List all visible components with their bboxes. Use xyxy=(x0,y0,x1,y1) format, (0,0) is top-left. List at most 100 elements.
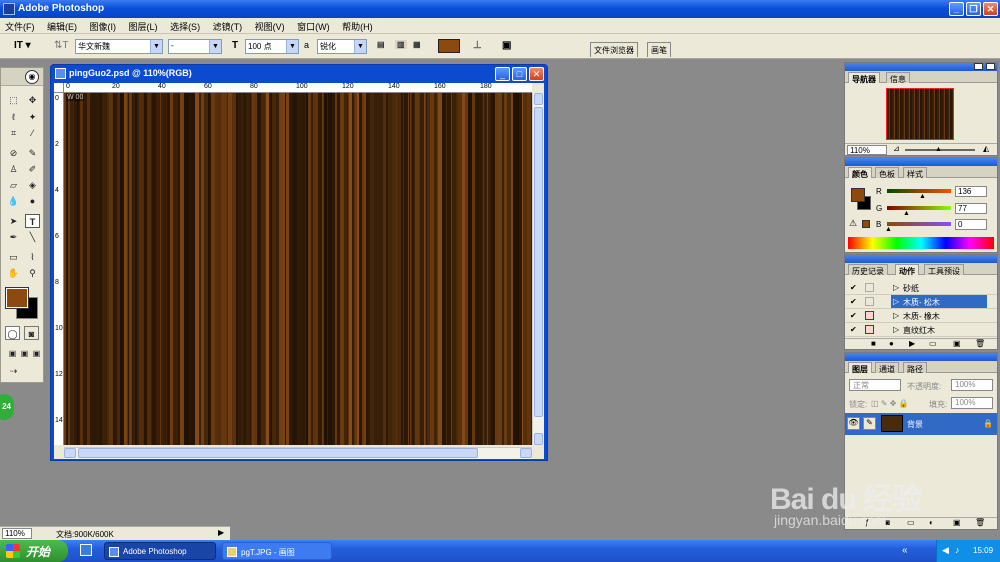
blue-slider-handle[interactable]: ▲ xyxy=(885,226,892,233)
menu-help[interactable]: 帮助(H) xyxy=(337,18,378,33)
dodge-tool-icon[interactable]: ● xyxy=(25,194,40,208)
brush-tool-icon[interactable]: ✎ xyxy=(25,146,40,160)
line-tool-icon[interactable]: ╲ xyxy=(25,230,40,244)
scroll-right-button[interactable] xyxy=(520,448,532,458)
tab-brushes[interactable]: 画笔 xyxy=(647,42,671,57)
menu-select[interactable]: 选择(S) xyxy=(165,18,205,33)
move-tool-icon[interactable]: ✥ xyxy=(25,93,40,107)
clock[interactable]: 15:09 xyxy=(973,546,993,555)
tab-file-browser[interactable]: 文件浏览器 xyxy=(590,42,638,57)
action-row[interactable]: ✔ ▷ 木质- 橡木 xyxy=(845,309,997,323)
tab-swatches[interactable]: 色板 xyxy=(875,167,899,179)
font-size-select[interactable]: 100 点 ▼ xyxy=(245,39,299,54)
lasso-tool-icon[interactable]: ℓ xyxy=(6,110,21,124)
tab-tool-presets[interactable]: 工具预设 xyxy=(924,264,964,276)
tab-color[interactable]: 颜色 xyxy=(848,167,872,179)
status-menu-arrow-icon[interactable]: ▶ xyxy=(218,528,224,537)
zoom-in-icon[interactable]: ◭ xyxy=(983,144,989,153)
action-row[interactable]: ✔ ▷ 木质- 松木 xyxy=(845,295,997,309)
hand-tool-icon[interactable]: ✋ xyxy=(6,266,21,280)
red-slider-handle[interactable]: ▲ xyxy=(919,193,926,200)
stop-icon[interactable]: ■ xyxy=(871,339,876,348)
tab-layers[interactable]: 图层 xyxy=(848,362,872,374)
zoom-slider-handle[interactable]: ▲ xyxy=(935,146,942,153)
color-spectrum-bar[interactable] xyxy=(848,237,994,249)
checkmark-icon[interactable]: ✔ xyxy=(850,283,857,292)
crop-tool-icon[interactable]: ⌗ xyxy=(6,126,21,140)
align-center-icon[interactable]: ▥ xyxy=(395,40,407,49)
navigator-zoom-field[interactable]: 110% xyxy=(847,145,887,155)
palettes-toggle-icon[interactable]: ▣ xyxy=(502,40,511,51)
menu-window[interactable]: 窗口(W) xyxy=(292,18,335,33)
dialog-toggle-icon[interactable] xyxy=(865,283,874,292)
record-icon[interactable]: ● xyxy=(889,339,894,348)
volume-icon[interactable]: ♪ xyxy=(955,545,960,555)
tab-info[interactable]: 信息 xyxy=(886,72,910,84)
align-right-icon[interactable]: ▦ xyxy=(413,40,421,49)
font-family-select[interactable]: 华文新魏 ▼ xyxy=(75,39,163,54)
tab-navigator[interactable]: 导航器 xyxy=(848,72,880,84)
navigator-thumbnail[interactable] xyxy=(886,88,954,140)
opacity-field[interactable]: 100% xyxy=(951,379,993,391)
antialias-select[interactable]: 锐化 ▼ xyxy=(317,39,367,54)
action-row[interactable]: ✔ ▷ 砂纸 xyxy=(845,281,997,295)
green-channel-value[interactable]: 77 xyxy=(955,203,987,214)
history-brush-tool-icon[interactable]: ✐ xyxy=(25,162,40,176)
scroll-left-button[interactable] xyxy=(64,448,76,458)
magic-wand-tool-icon[interactable]: ✦ xyxy=(25,110,40,124)
tab-history[interactable]: 历史记录 xyxy=(848,264,888,276)
tab-channels[interactable]: 通道 xyxy=(875,362,899,374)
marquee-tool-icon[interactable]: ⬚ xyxy=(6,93,21,107)
palette-titlebar[interactable] xyxy=(845,353,997,361)
menu-filter[interactable]: 滤镜(T) xyxy=(208,18,248,33)
blur-tool-icon[interactable]: 💧 xyxy=(6,194,21,208)
clone-stamp-tool-icon[interactable]: ♙ xyxy=(6,162,21,176)
menu-file[interactable]: 文件(F) xyxy=(0,18,40,33)
palette-close-button[interactable] xyxy=(986,63,995,70)
warp-text-icon[interactable]: ⊥ xyxy=(473,40,482,51)
menu-edit[interactable]: 编辑(E) xyxy=(42,18,82,33)
orientation-icon[interactable]: ⇅T xyxy=(54,40,69,51)
align-left-icon[interactable]: ▤ xyxy=(377,40,385,49)
adobe-online-icon[interactable]: ◉ xyxy=(25,70,39,84)
quick-mask-mode-icon[interactable]: ◙ xyxy=(24,326,39,340)
menu-view[interactable]: 视图(V) xyxy=(250,18,290,33)
lock-options-icon[interactable]: ◫ ✎ ✥ 🔒 xyxy=(871,399,909,408)
minimize-button[interactable]: _ xyxy=(949,2,964,16)
new-layer-icon[interactable]: ▣ xyxy=(953,518,961,527)
zoom-out-icon[interactable]: ⊿ xyxy=(893,144,900,153)
type-tool-icon[interactable]: T xyxy=(25,214,40,228)
trash-icon[interactable]: 🗑 xyxy=(975,339,985,348)
eyedropper-tool-icon[interactable]: ⌇ xyxy=(25,250,40,264)
red-channel-value[interactable]: 136 xyxy=(955,186,987,197)
horizontal-scrollbar[interactable] xyxy=(64,447,532,459)
eraser-tool-icon[interactable]: ▱ xyxy=(6,178,21,192)
paint-bucket-tool-icon[interactable]: ◈ xyxy=(25,178,40,192)
green-channel-slider[interactable] xyxy=(887,206,951,210)
vertical-ruler[interactable]: 0 2 4 6 8 10 12 14 xyxy=(54,93,64,445)
palette-titlebar[interactable] xyxy=(845,158,997,166)
horizontal-ruler[interactable]: 0 20 40 60 80 100 120 140 160 180 xyxy=(64,83,532,93)
blend-mode-select[interactable]: 正常 xyxy=(849,379,901,391)
menu-image[interactable]: 图像(I) xyxy=(85,18,122,33)
green-slider-handle[interactable]: ▲ xyxy=(903,210,910,217)
type-tool-icon[interactable]: IT ▾ xyxy=(14,40,31,51)
jump-to-imageready-icon[interactable]: ⇢ xyxy=(6,364,21,378)
scroll-down-button[interactable] xyxy=(534,433,543,445)
blue-channel-slider[interactable] xyxy=(887,222,951,226)
network-icon[interactable]: ◀ xyxy=(942,545,949,556)
triangle-right-icon[interactable]: ▷ xyxy=(893,297,899,306)
palette-titlebar[interactable] xyxy=(845,255,997,263)
screen-mode-full-icon[interactable]: ▣ xyxy=(29,347,44,361)
palette-minimize-button[interactable] xyxy=(974,63,983,70)
triangle-right-icon[interactable]: ▷ xyxy=(893,325,899,334)
notes-tool-icon[interactable]: ▭ xyxy=(6,250,21,264)
tab-actions[interactable]: 动作 xyxy=(895,264,919,276)
dialog-toggle-icon[interactable] xyxy=(865,297,874,306)
checkmark-icon[interactable]: ✔ xyxy=(850,297,857,306)
restore-button[interactable]: ❐ xyxy=(966,2,981,16)
tray-expand-icon[interactable]: « xyxy=(902,545,908,556)
doc-minimize-button[interactable]: _ xyxy=(495,67,510,81)
checkmark-icon[interactable]: ✔ xyxy=(850,311,857,320)
triangle-right-icon[interactable]: ▷ xyxy=(893,311,899,320)
